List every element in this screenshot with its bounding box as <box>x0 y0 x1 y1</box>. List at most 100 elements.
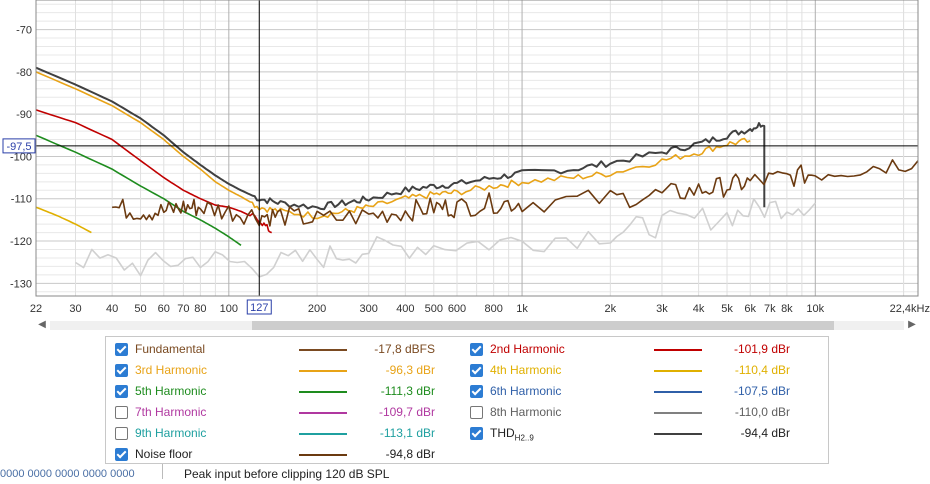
checkbox-unchecked-icon[interactable] <box>470 406 483 419</box>
legend-line-swatch <box>299 412 347 414</box>
legend-value: -101,9 dBr <box>733 342 790 356</box>
cursor-y-label: -97,5 <box>6 141 31 153</box>
status-peak-input: Peak input before clipping 120 dB SPL <box>184 467 390 481</box>
x-tick-label: 22 <box>30 303 42 315</box>
legend-item-thd[interactable]: THDH2..9 -94,4 dBr <box>464 423 819 443</box>
x-tick-label: 300 <box>360 303 378 315</box>
legend-label: Noise floor <box>135 447 193 461</box>
x-tick-label: 60 <box>158 303 170 315</box>
x-tick-label: 30 <box>69 303 81 315</box>
checkbox-checked-icon[interactable] <box>470 385 483 398</box>
legend-label: Fundamental <box>135 342 206 356</box>
scroll-track[interactable] <box>50 321 904 330</box>
x-tick-label: 800 <box>484 303 502 315</box>
x-tick-label: 400 <box>396 303 414 315</box>
x-tick-label: 3k <box>656 303 668 315</box>
legend-line-swatch <box>654 433 702 435</box>
plot-area[interactable]: -70-80-90-100-110-120-130 22 30 40 50 60 70 80… <box>0 0 930 318</box>
horizontal-scrollbar[interactable]: ◀ ▶ <box>36 317 918 333</box>
x-tick-label: 4k <box>693 303 705 315</box>
cursor-x-label: 127 <box>250 302 268 314</box>
legend-label: 2nd Harmonic <box>490 342 565 356</box>
x-tick-label: 8k <box>781 303 793 315</box>
legend-value: -110,0 dBr <box>734 405 790 419</box>
legend-panel: Fundamental -17,8 dBFS 2nd Harmonic -101,9 … <box>105 336 829 464</box>
legend-line-swatch <box>299 454 347 456</box>
y-tick-label: -110 <box>11 194 32 206</box>
legend-value: -107,5 dBr <box>733 384 790 398</box>
y-tick-label: -130 <box>10 278 32 290</box>
legend-value: -96,3 dBr <box>385 363 435 377</box>
legend-label: 3rd Harmonic <box>135 363 208 377</box>
x-tick-label: 100 <box>220 303 238 315</box>
checkbox-unchecked-icon[interactable] <box>115 427 128 440</box>
y-tick-label: -120 <box>10 236 32 248</box>
x-tick-label: 200 <box>308 303 326 315</box>
x-tick-label: 70 <box>177 303 189 315</box>
legend-line-swatch <box>654 412 702 414</box>
legend-item-5th-harmonic[interactable]: 5th Harmonic -111,3 dBr <box>109 381 464 401</box>
x-tick-label: 5k <box>721 303 733 315</box>
x-tick-label: 500 <box>425 303 443 315</box>
scroll-right-arrow-icon[interactable]: ▶ <box>906 319 918 331</box>
y-tick-label: -90 <box>16 109 32 121</box>
legend-value: -17,8 dBFS <box>374 342 435 356</box>
legend-line-swatch <box>299 391 347 393</box>
legend-item-2nd-harmonic[interactable]: 2nd Harmonic -101,9 dBr <box>464 339 819 359</box>
legend-line-swatch <box>654 391 702 393</box>
legend-label: 8th Harmonic <box>490 405 562 419</box>
legend-line-swatch <box>299 433 347 435</box>
scroll-thumb[interactable] <box>252 321 834 330</box>
checkbox-checked-icon[interactable] <box>115 385 128 398</box>
legend-item-4th-harmonic[interactable]: 4th Harmonic -110,4 dBr <box>464 360 819 380</box>
legend-label-subscript: H2..9 <box>514 433 534 443</box>
x-tick-label: 7k <box>764 303 776 315</box>
x-tick-label: 40 <box>106 303 118 315</box>
x-tick-label: 2k <box>605 303 617 315</box>
legend-label: 5th Harmonic <box>135 384 207 398</box>
x-tick-label: 600 <box>448 303 466 315</box>
legend-value: -94,8 dBr <box>385 447 435 461</box>
legend-value: -110,4 dBr <box>734 363 790 377</box>
legend-value: -113,1 dBr <box>379 426 435 440</box>
legend-line-swatch <box>654 370 702 372</box>
legend-item-noise-floor[interactable]: Noise floor -94,8 dBr <box>109 444 464 464</box>
x-tick-label: 6k <box>744 303 756 315</box>
legend-item-3rd-harmonic[interactable]: 3rd Harmonic -96,3 dBr <box>109 360 464 380</box>
legend-value: -111,3 dBr <box>380 384 435 398</box>
legend-line-swatch <box>299 349 347 351</box>
legend-label: 6th Harmonic <box>490 384 562 398</box>
checkbox-checked-icon[interactable] <box>470 427 483 440</box>
checkbox-unchecked-icon[interactable] <box>115 406 128 419</box>
legend-line-swatch <box>654 349 702 351</box>
legend-item-fundamental[interactable]: Fundamental -17,8 dBFS <box>109 339 464 359</box>
legend-label: 4th Harmonic <box>490 363 562 377</box>
x-tick-label: 1k <box>516 303 528 315</box>
checkbox-checked-icon[interactable] <box>470 364 483 377</box>
legend-item-8th-harmonic[interactable]: 8th Harmonic -110,0 dBr <box>464 402 819 422</box>
x-axis-ticks: 22 30 40 50 60 70 80 100 200 300 400 500 600 800 1k 2k 3… <box>30 303 930 315</box>
checkbox-checked-icon[interactable] <box>115 364 128 377</box>
legend-item-7th-harmonic[interactable]: 7th Harmonic -109,7 dBr <box>109 402 464 422</box>
status-bar: 0000 0000 0000 0000 0000 Peak input befo… <box>0 463 930 481</box>
x-tick-label: 50 <box>134 303 146 315</box>
x-tick-label: 10k <box>806 303 824 315</box>
legend-value: -109,7 dBr <box>378 405 435 419</box>
scroll-left-arrow-icon[interactable]: ◀ <box>36 319 48 331</box>
status-left-field: 0000 0000 0000 0000 0000 <box>0 464 163 479</box>
checkbox-checked-icon[interactable] <box>470 343 483 356</box>
legend-label: THDH2..9 <box>490 426 534 443</box>
legend-value: -94,4 dBr <box>740 426 790 440</box>
legend-label: 9th Harmonic <box>135 426 207 440</box>
checkbox-checked-icon[interactable] <box>115 343 128 356</box>
checkbox-checked-icon[interactable] <box>115 448 128 461</box>
y-axis-ticks: -70-80-90-100-110-120-130 <box>10 25 32 291</box>
legend-label: 7th Harmonic <box>135 405 207 419</box>
x-tick-label: 22,4kHz <box>890 303 930 315</box>
legend-item-9th-harmonic[interactable]: 9th Harmonic -113,1 dBr <box>109 423 464 443</box>
legend-item-6th-harmonic[interactable]: 6th Harmonic -107,5 dBr <box>464 381 819 401</box>
y-tick-label: -70 <box>16 25 32 37</box>
x-tick-label: 80 <box>194 303 206 315</box>
legend-line-swatch <box>299 370 347 372</box>
y-tick-label: -80 <box>16 67 32 79</box>
